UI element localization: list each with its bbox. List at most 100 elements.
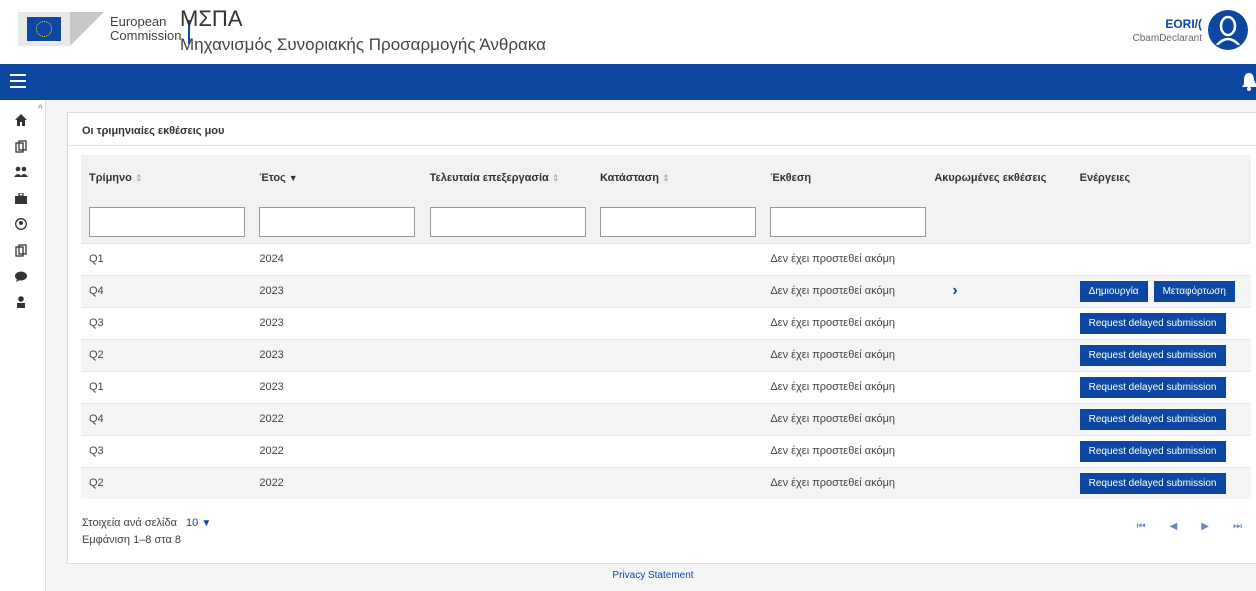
table-row: Q1 2024 Δεν έχει προστεθεί ακόμη — [81, 243, 1251, 275]
filter-year-input[interactable] — [259, 206, 416, 237]
request-delayed-submission-button[interactable]: Request delayed submission — [1079, 312, 1226, 334]
cell-last-edit — [422, 435, 592, 467]
cell-actions: Request delayed submission — [1072, 467, 1251, 499]
cell-year: 2022 — [259, 445, 284, 457]
quarterly-reports-card: Οι τριμηνιαίες εκθέσεις μου Τρίμηνο ⇕ Έτο… — [67, 112, 1256, 564]
table-row: Q2 2022 Δεν έχει προστεθεί ακόμη Request de… — [81, 467, 1251, 499]
cell-status — [592, 307, 762, 339]
user-avatar-icon — [1216, 15, 1240, 45]
column-header-last-edit[interactable]: Τελευταία επεξεργασία ⇕ — [422, 155, 592, 201]
sort-icon: ⇕ — [551, 173, 560, 183]
request-delayed-submission-button[interactable]: Request delayed submission — [1079, 440, 1226, 462]
request-delayed-submission-button[interactable]: Request delayed submission — [1079, 344, 1226, 366]
hamburger-menu-icon[interactable] — [10, 74, 26, 88]
cell-report: Δεν έχει προστεθεί ακόμη — [770, 381, 896, 393]
cell-cancelled-reports — [926, 371, 1071, 403]
cell-year: 2024 — [259, 253, 284, 265]
european-commission-logo[interactable]: European Commission — [18, 12, 190, 46]
table-row: Q4 2023 Δεν έχει προστεθεί ακόμη › Δημιουργί… — [81, 275, 1251, 307]
cell-quarter: Q4 — [89, 285, 104, 297]
account-circle-icon[interactable] — [13, 216, 29, 232]
sort-icon: ⇕ — [661, 173, 670, 183]
previous-page-icon[interactable]: ◀ — [1170, 521, 1178, 532]
table-row: Q3 2022 Δεν έχει προστεθεί ακόμη Request de… — [81, 435, 1251, 467]
request-delayed-submission-button[interactable]: Request delayed submission — [1079, 408, 1226, 430]
cell-actions: Δημιουργία Μεταφόρτωση — [1072, 275, 1251, 307]
reports-table: Τρίμηνο ⇕ Έτος ▼ Τελευταία επεξεργασία ⇕ Κα… — [81, 155, 1251, 499]
cell-status — [592, 403, 762, 435]
first-page-icon[interactable]: ⏮ — [1137, 521, 1146, 532]
cell-report: Δεν έχει προστεθεί ακόμη — [770, 285, 896, 297]
sidebar-collapse-caret-icon[interactable]: ^ — [38, 104, 43, 115]
cell-report: Δεν έχει προστεθεί ακόμη — [770, 253, 896, 265]
cell-cancelled-reports — [926, 307, 1071, 339]
cell-year: 2023 — [259, 381, 284, 393]
cell-actions: Request delayed submission — [1072, 371, 1251, 403]
column-header-actions: Ενέργειες — [1079, 172, 1131, 184]
home-icon[interactable] — [13, 112, 29, 128]
chat-icon[interactable] — [13, 268, 29, 284]
expand-chevron-icon[interactable]: › — [934, 282, 957, 299]
filter-status-input[interactable] — [599, 206, 756, 237]
request-delayed-submission-button[interactable]: Request delayed submission — [1079, 472, 1226, 494]
cell-cancelled-reports — [926, 467, 1071, 499]
briefcase-icon[interactable] — [13, 190, 29, 206]
cell-last-edit — [422, 371, 592, 403]
range-text: Εμφάνιση 1–8 στα 8 — [82, 534, 181, 546]
documents-icon[interactable] — [13, 242, 29, 258]
items-per-page-select[interactable]: 10 ▼ — [186, 517, 211, 529]
user-icon[interactable] — [13, 294, 29, 310]
pagination-controls: ⏮ ◀ ▶ ⏭ — [1137, 521, 1242, 532]
cell-last-edit — [422, 339, 592, 371]
table-row: Q4 2022 Δεν έχει προστεθεί ακόμη Request de… — [81, 403, 1251, 435]
user-eori: EORI/( — [1165, 16, 1202, 31]
column-header-cancelled-reports: Ακυρωμένες εκθέσεις — [934, 172, 1047, 184]
cell-last-edit — [422, 243, 592, 275]
user-menu[interactable]: EORI/( CbamDeclarant — [1133, 10, 1248, 50]
cell-quarter: Q4 — [89, 413, 104, 425]
eu-flag-icon — [18, 12, 104, 46]
cell-quarter: Q2 — [89, 477, 104, 490]
filter-last-edit-input[interactable] — [429, 206, 586, 237]
cell-report: Δεν έχει προστεθεί ακόμη — [770, 477, 896, 490]
users-icon[interactable] — [13, 164, 29, 180]
column-header-quarter[interactable]: Τρίμηνο ⇕ — [81, 155, 251, 201]
cell-year: 2023 — [259, 349, 284, 361]
cell-report: Δεν έχει προστεθεί ακόμη — [770, 445, 896, 457]
create-button[interactable]: Δημιουργία — [1079, 280, 1148, 302]
cell-last-edit — [422, 275, 592, 307]
filter-report-input[interactable] — [770, 206, 927, 237]
app-header: European Commission ΜΣΠΑ Μηχανισμός Συνο… — [0, 0, 1256, 64]
cell-quarter: Q1 — [89, 381, 104, 393]
privacy-statement-link[interactable]: Privacy Statement — [0, 570, 1256, 581]
org-name: European Commission — [110, 14, 182, 43]
column-header-year[interactable]: Έτος ▼ — [251, 155, 421, 201]
last-page-icon[interactable]: ⏭ — [1233, 521, 1242, 532]
cell-cancelled-reports — [926, 435, 1071, 467]
cell-quarter: Q3 — [89, 317, 104, 329]
column-header-status[interactable]: Κατάσταση ⇕ — [592, 155, 762, 201]
bell-icon[interactable] — [1242, 71, 1256, 96]
cell-year: 2022 — [259, 413, 284, 425]
cell-actions: Request delayed submission — [1072, 403, 1251, 435]
cell-actions: Request delayed submission — [1072, 435, 1251, 467]
table-row: Q1 2023 Δεν έχει προστεθεί ακόμη Request de… — [81, 371, 1251, 403]
cell-actions: Request delayed submission — [1072, 339, 1251, 371]
cell-cancelled-reports — [926, 339, 1071, 371]
table-row: Q3 2023 Δεν έχει προστεθεί ακόμη Request de… — [81, 307, 1251, 339]
cell-quarter: Q3 — [89, 445, 104, 457]
reports-icon[interactable] — [13, 138, 29, 154]
items-per-page: Στοιχεία ανά σελίδα 10 ▼ — [82, 517, 212, 529]
pagination-info: Στοιχεία ανά σελίδα 10 ▼ Εμφάνιση 1–8 στ… — [82, 515, 211, 548]
cell-report: Δεν έχει προστεθεί ακόμη — [770, 317, 896, 329]
cell-year: 2022 — [259, 477, 284, 490]
avatar[interactable] — [1208, 10, 1248, 50]
upload-button[interactable]: Μεταφόρτωση — [1153, 280, 1235, 302]
cell-cancelled-reports — [926, 243, 1071, 275]
column-header-report: Έκθεση — [770, 172, 812, 184]
table-header-row: Τρίμηνο ⇕ Έτος ▼ Τελευταία επεξεργασία ⇕ Κα… — [81, 155, 1251, 201]
request-delayed-submission-button[interactable]: Request delayed submission — [1079, 376, 1226, 398]
next-page-icon[interactable]: ▶ — [1201, 521, 1209, 532]
card-divider — [68, 145, 1256, 146]
filter-quarter-input[interactable] — [89, 206, 245, 237]
